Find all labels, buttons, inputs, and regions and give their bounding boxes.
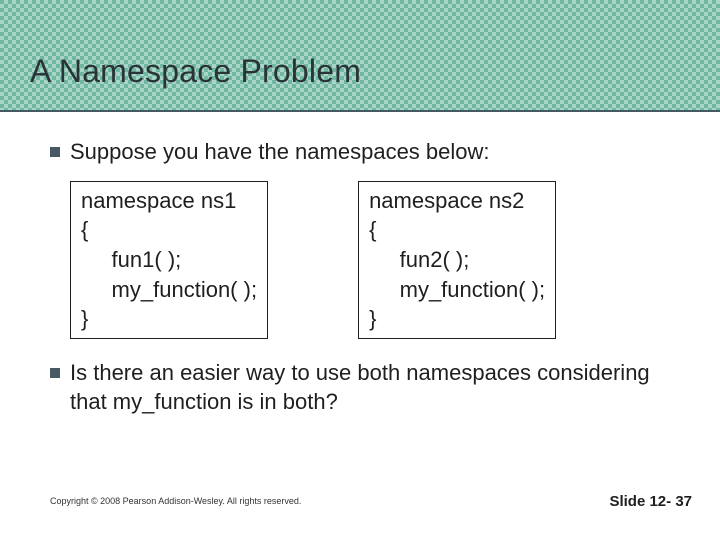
bullet-text-2: Is there an easier way to use both names… <box>70 359 680 416</box>
slide: A Namespace Problem Suppose you have the… <box>0 0 720 540</box>
bullet-square-icon <box>50 147 60 157</box>
bullet-square-icon <box>50 368 60 378</box>
code-box-row: namespace ns1 { fun1( ); my_function( );… <box>70 181 680 339</box>
bullet-text-1: Suppose you have the namespaces below: <box>70 138 680 167</box>
code-box-ns2: namespace ns2 { fun2( ); my_function( );… <box>358 181 556 339</box>
bullet-item-1: Suppose you have the namespaces below: <box>70 138 680 167</box>
slide-header: A Namespace Problem <box>0 0 720 112</box>
slide-body: Suppose you have the namespaces below: n… <box>0 112 720 416</box>
slide-number: Slide 12- 37 <box>609 493 692 510</box>
bullet-item-2: Is there an easier way to use both names… <box>70 359 680 416</box>
slide-title: A Namespace Problem <box>30 53 361 90</box>
code-box-ns1: namespace ns1 { fun1( ); my_function( );… <box>70 181 268 339</box>
copyright-text: Copyright © 2008 Pearson Addison-Wesley.… <box>50 496 301 506</box>
